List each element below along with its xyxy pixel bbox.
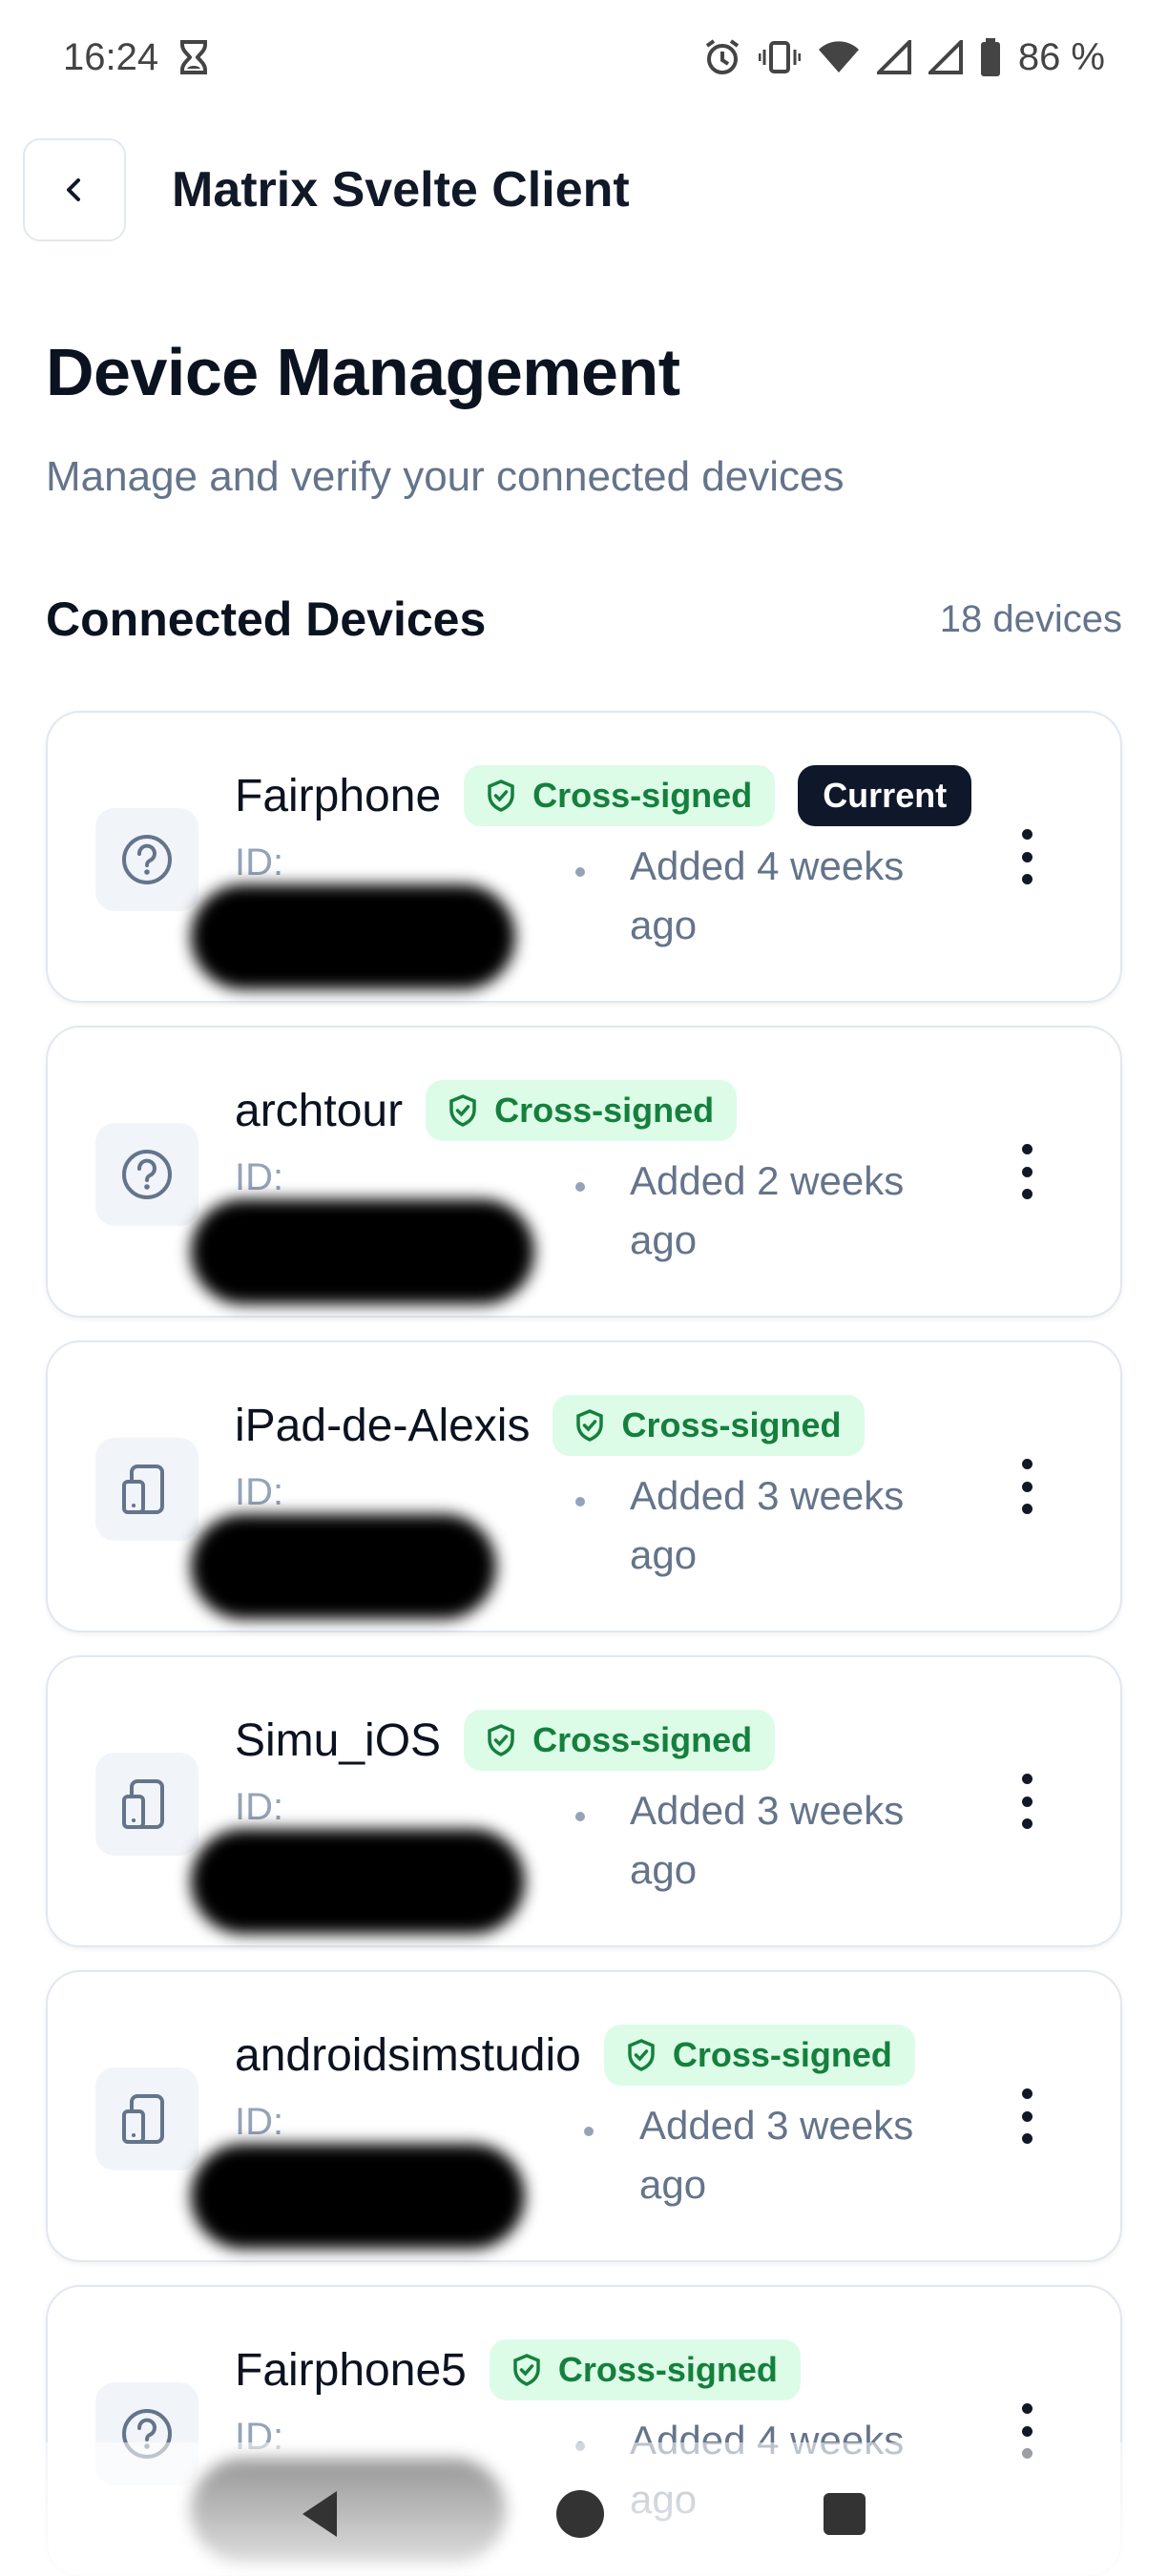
device-id-label: ID: xyxy=(235,1471,284,1513)
separator-dot xyxy=(575,1812,585,1821)
device-added: Added 3 weeks ago xyxy=(630,1788,905,1892)
device-name: androidsimstudio xyxy=(235,2029,581,2081)
device-name: archtour xyxy=(235,1085,404,1136)
nav-recents-icon[interactable] xyxy=(824,2493,866,2535)
system-nav-bar xyxy=(0,2471,1168,2557)
app-header: Matrix Svelte Client xyxy=(23,138,630,241)
back-button[interactable] xyxy=(23,138,126,241)
section-title: Connected Devices xyxy=(46,592,487,646)
page-subtitle: Manage and verify your connected devices xyxy=(46,453,845,500)
cross-signed-badge: Cross-signed xyxy=(464,765,776,826)
cross-signed-label: Cross-signed xyxy=(621,1405,842,1444)
cross-signed-label: Cross-signed xyxy=(532,1720,753,1759)
signal-icon xyxy=(928,40,963,74)
status-bar: 16:24 86 % xyxy=(0,0,1168,114)
battery-percent: 86 % xyxy=(1017,35,1105,78)
alarm-icon xyxy=(703,38,741,76)
device-id-label: ID: xyxy=(235,841,284,883)
current-badge: Current xyxy=(798,765,972,826)
vibrate-icon xyxy=(758,40,801,74)
shield-check-icon xyxy=(449,1094,476,1127)
section-header: Connected Devices 18 devices xyxy=(46,592,1122,647)
chevron-left-icon xyxy=(67,178,80,201)
shield-check-icon xyxy=(576,1409,604,1442)
separator-dot xyxy=(584,2127,594,2136)
cross-signed-badge: Cross-signed xyxy=(426,1080,738,1141)
device-name: Fairphone5 xyxy=(235,2344,467,2396)
device-id-label: ID: xyxy=(235,1156,284,1198)
tablet-icon xyxy=(95,1438,198,1541)
redaction-mark xyxy=(191,1829,525,1934)
device-count: 18 devices xyxy=(939,597,1122,640)
separator-dot xyxy=(575,1497,585,1506)
separator-dot xyxy=(575,867,585,877)
device-name: Fairphone xyxy=(235,770,442,821)
cross-signed-badge: Cross-signed xyxy=(489,2339,801,2400)
wifi-icon xyxy=(818,40,860,74)
device-added: Added 4 weeks ago xyxy=(630,843,905,947)
question-icon xyxy=(95,1123,198,1226)
device-added: Added 3 weeks ago xyxy=(639,2103,914,2207)
separator-dot xyxy=(575,1182,585,1192)
device-id-label: ID: xyxy=(235,2101,284,2143)
battery-icon xyxy=(980,38,1001,76)
more-options-button[interactable] xyxy=(1008,823,1046,890)
cross-signed-badge: Cross-signed xyxy=(464,1710,776,1771)
device-card[interactable]: Fairphone Cross-signed Current ID: Added… xyxy=(46,711,1122,1003)
nav-home-icon[interactable] xyxy=(556,2490,604,2538)
more-options-button[interactable] xyxy=(1008,1453,1046,1520)
tablet-icon xyxy=(95,1753,198,1856)
shield-check-icon xyxy=(513,2354,540,2386)
device-card[interactable]: Simu_iOS Cross-signed ID: Added 3 weeks … xyxy=(46,1655,1122,1947)
redaction-mark xyxy=(191,1199,534,1304)
shield-check-icon xyxy=(488,1724,514,1756)
hourglass-icon xyxy=(179,40,208,74)
cross-signed-label: Cross-signed xyxy=(532,776,753,815)
page-title: Device Management xyxy=(46,335,680,409)
redaction-mark xyxy=(191,2144,525,2249)
tablet-icon xyxy=(95,2067,198,2171)
more-options-button[interactable] xyxy=(1008,1138,1046,1205)
device-card[interactable]: archtour Cross-signed ID: Added 2 weeks … xyxy=(46,1026,1122,1318)
device-name: Simu_iOS xyxy=(235,1714,442,1766)
cross-signed-label: Cross-signed xyxy=(672,2035,892,2074)
device-name: iPad-de-Alexis xyxy=(235,1400,531,1451)
cross-signed-badge: Cross-signed xyxy=(553,1395,865,1456)
more-options-button[interactable] xyxy=(1008,2083,1046,2150)
signal-icon xyxy=(876,40,911,74)
cross-signed-label: Cross-signed xyxy=(494,1091,715,1130)
redaction-mark xyxy=(191,1514,496,1619)
device-added: Added 3 weeks ago xyxy=(630,1473,905,1577)
device-added: Added 2 weeks ago xyxy=(630,1158,905,1262)
redaction-mark xyxy=(191,884,515,989)
status-time: 16:24 xyxy=(63,35,159,78)
shield-check-icon xyxy=(488,779,514,812)
device-card[interactable]: iPad-de-Alexis Cross-signed ID: Added 3 … xyxy=(46,1340,1122,1632)
cross-signed-badge: Cross-signed xyxy=(603,2025,915,2086)
question-icon xyxy=(95,808,198,911)
app-title: Matrix Svelte Client xyxy=(172,162,630,218)
cross-signed-label: Cross-signed xyxy=(557,2350,778,2389)
more-options-button[interactable] xyxy=(1008,1768,1046,1835)
shield-check-icon xyxy=(628,2039,655,2071)
device-list: Fairphone Cross-signed Current ID: Added… xyxy=(46,711,1122,2576)
nav-back-icon[interactable] xyxy=(302,2491,337,2537)
device-card[interactable]: androidsimstudio Cross-signed ID: Added … xyxy=(46,1970,1122,2262)
device-id-label: ID: xyxy=(235,1786,284,1828)
